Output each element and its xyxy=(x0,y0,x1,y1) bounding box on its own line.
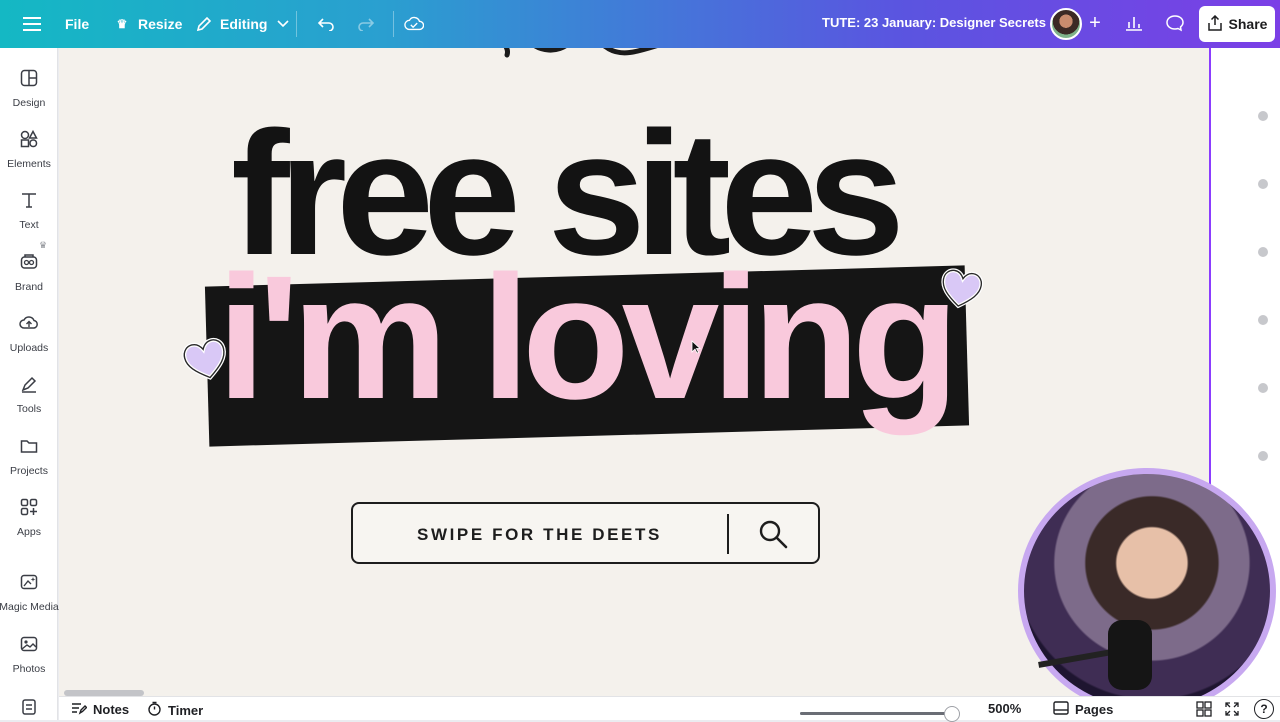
sidebar-item-label: Projects xyxy=(10,464,48,477)
share-upload-icon xyxy=(1207,14,1223,34)
expand-icon xyxy=(1224,701,1240,720)
menu-button[interactable] xyxy=(14,7,50,41)
help-button[interactable]: ? xyxy=(1254,699,1274,719)
page-indicator-dot[interactable] xyxy=(1258,315,1268,325)
notes-icon xyxy=(71,701,88,718)
help-label: ? xyxy=(1260,702,1268,716)
sidebar-item-text[interactable]: Text xyxy=(0,182,58,238)
add-collaborator-button[interactable]: + xyxy=(1084,12,1106,34)
sidebar-item-brand[interactable]: Brand xyxy=(0,244,58,300)
share-button[interactable]: Share xyxy=(1199,6,1275,42)
page-indicator-dot[interactable] xyxy=(1258,247,1268,257)
sidebar-item-tools[interactable]: Tools xyxy=(0,366,58,422)
left-sidebar: Design Elements Text ♛ Brand Uploads Too… xyxy=(0,48,59,720)
sidebar-item-label: Elements xyxy=(7,157,51,170)
sidebar-item-label: Brand xyxy=(14,280,44,293)
pages-icon xyxy=(1053,701,1069,718)
sidebar-item-label: Photos xyxy=(12,662,46,675)
heart-sticker-right[interactable] xyxy=(936,265,987,316)
search-bar-graphic[interactable]: SWIPE FOR THE DEETS xyxy=(351,502,820,564)
pages-button[interactable]: Pages xyxy=(1053,701,1113,718)
uploads-icon xyxy=(19,313,39,336)
sidebar-item-design[interactable]: Design xyxy=(0,60,58,116)
toolbar-divider xyxy=(296,11,297,37)
page-indicator-dot[interactable] xyxy=(1258,111,1268,121)
cropped-top-element xyxy=(499,48,679,67)
sidebar-item-label: Text xyxy=(19,218,39,231)
tools-icon xyxy=(19,374,39,397)
projects-icon xyxy=(19,436,39,459)
grid-icon xyxy=(1196,701,1212,720)
more-icon[interactable] xyxy=(19,698,39,716)
text-caret-line xyxy=(727,514,729,554)
sidebar-item-label: Apps xyxy=(17,525,41,538)
file-menu-button[interactable]: File xyxy=(57,7,97,41)
file-label: File xyxy=(65,16,90,32)
avatar[interactable] xyxy=(1050,8,1082,40)
search-bar-text: SWIPE FOR THE DEETS xyxy=(417,525,662,544)
fullscreen-button[interactable] xyxy=(1224,701,1240,720)
mouse-cursor-icon xyxy=(691,340,701,354)
pencil-icon xyxy=(194,14,214,34)
notes-button[interactable]: Notes xyxy=(71,701,129,718)
timer-label: Timer xyxy=(168,702,204,718)
apps-icon xyxy=(19,497,39,520)
sidebar-item-label: Uploads xyxy=(9,341,49,354)
timer-icon xyxy=(147,701,162,719)
resize-button[interactable]: ♛ Resize xyxy=(104,7,190,41)
sidebar-item-label: Design xyxy=(12,96,46,109)
redo-button[interactable] xyxy=(348,7,384,41)
pages-label: Pages xyxy=(1075,702,1114,717)
search-icon xyxy=(759,520,788,549)
sidebar-item-label: Tools xyxy=(16,402,42,415)
sidebar-item-label: Magic Media xyxy=(0,600,59,613)
bar-chart-icon xyxy=(1125,15,1143,34)
analytics-button[interactable] xyxy=(1117,8,1151,40)
document-title[interactable]: TUTE: 23 January: Designer Secrets xyxy=(822,15,1046,30)
top-toolbar: File ♛ Resize Editing TUTE: 23 January: … xyxy=(0,0,1280,48)
toolbar-divider xyxy=(393,11,394,37)
comment-icon xyxy=(1166,14,1184,35)
editing-label: Editing xyxy=(220,16,268,32)
grid-view-button[interactable] xyxy=(1196,701,1212,720)
redo-icon xyxy=(356,14,376,34)
sidebar-item-uploads[interactable]: Uploads xyxy=(0,305,58,361)
zoom-percentage[interactable]: 500% xyxy=(988,701,1021,716)
sidebar-item-apps[interactable]: Apps xyxy=(0,489,58,545)
timer-button[interactable]: Timer xyxy=(147,701,203,719)
cloud-check-icon xyxy=(404,14,424,34)
elements-icon xyxy=(19,129,39,152)
design-icon xyxy=(19,68,39,91)
sidebar-item-elements[interactable]: Elements xyxy=(0,121,58,177)
microphone xyxy=(1108,620,1152,690)
magic-media-icon xyxy=(19,572,39,595)
zoom-slider-fill xyxy=(800,712,952,715)
notes-label: Notes xyxy=(93,702,130,717)
share-label: Share xyxy=(1228,16,1268,32)
hamburger-icon xyxy=(22,14,42,34)
cloud-save-status[interactable] xyxy=(396,7,432,41)
page-indicator-dot[interactable] xyxy=(1258,451,1268,461)
headline-line-2[interactable]: i'm loving xyxy=(217,250,959,426)
editing-mode-dropdown[interactable]: Editing xyxy=(186,7,301,41)
sidebar-item-magic-media[interactable]: Magic Media xyxy=(0,564,59,620)
sidebar-item-projects[interactable]: Projects xyxy=(0,428,58,484)
crown-icon: ♛ xyxy=(116,17,128,31)
text-icon xyxy=(19,190,39,213)
photos-icon xyxy=(19,634,39,657)
undo-icon xyxy=(316,14,336,34)
brand-icon xyxy=(19,252,39,275)
comments-button[interactable] xyxy=(1158,8,1192,40)
undo-button[interactable] xyxy=(308,7,344,41)
bottom-toolbar: Notes Timer 500% Pages ? xyxy=(59,696,1280,720)
resize-label: Resize xyxy=(138,16,183,32)
page-indicator-dot[interactable] xyxy=(1258,179,1268,189)
sidebar-item-photos[interactable]: Photos xyxy=(0,626,58,682)
page-indicator-dot[interactable] xyxy=(1258,383,1268,393)
chevron-down-icon xyxy=(273,14,293,34)
